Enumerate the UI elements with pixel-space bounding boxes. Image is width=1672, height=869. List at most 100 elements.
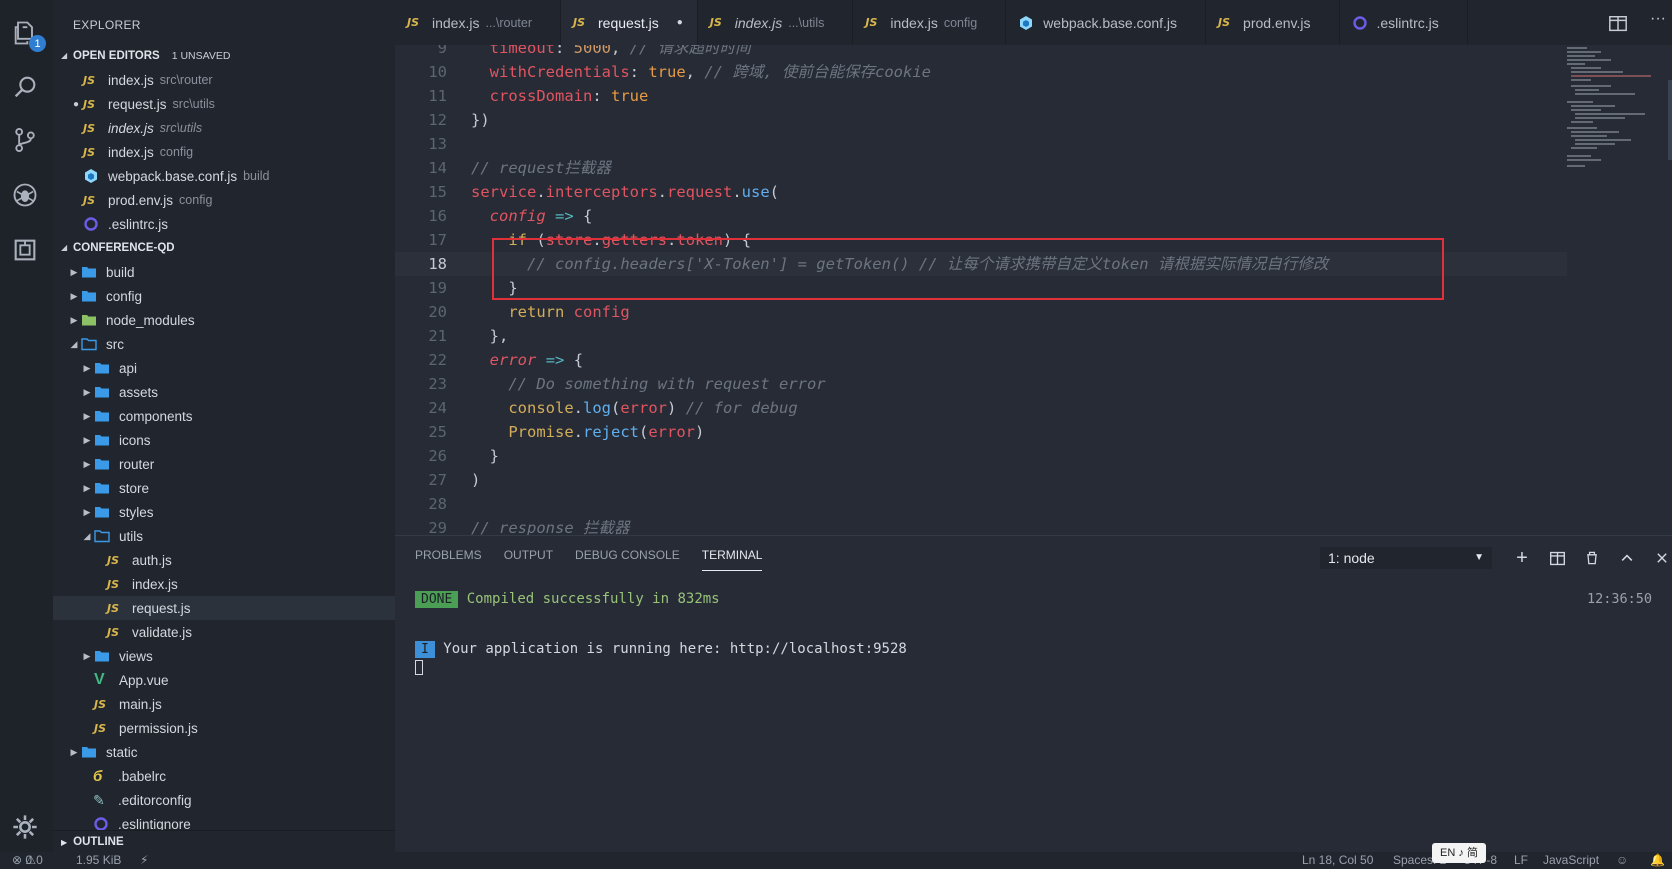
chevron-right-icon: ▶ [83, 386, 91, 397]
settings-gear-icon[interactable] [10, 812, 40, 842]
panel-tab-terminal[interactable]: TERMINAL [701, 548, 763, 571]
open-editor-item[interactable]: JS index.js src\router [53, 68, 395, 92]
chevron-right-icon: ▶ [83, 506, 91, 517]
lightning-icon[interactable]: ⚡ [140, 852, 148, 869]
more-actions-icon[interactable]: ··· [1650, 10, 1666, 28]
tree-item-request-js[interactable]: JS request.js [53, 596, 395, 620]
tree-item-src[interactable]: ◢ src [53, 332, 395, 356]
tree-item-config[interactable]: ▶ config [53, 284, 395, 308]
code-token: . [536, 183, 546, 201]
chevron-right-icon: ▶ [83, 458, 91, 469]
code-line: 14 // request拦截器 [395, 156, 1567, 180]
source-control-icon[interactable] [10, 125, 40, 155]
search-icon[interactable] [10, 72, 40, 102]
chevron-right-icon: ▶ [83, 410, 91, 421]
tree-item-styles[interactable]: ▶ styles [53, 500, 395, 524]
chevron-up-icon[interactable] [1616, 547, 1638, 569]
add-terminal-icon[interactable]: + [1511, 547, 1533, 569]
tree-item-components[interactable]: ▶ components [53, 404, 395, 428]
extensions-icon[interactable] [10, 235, 40, 265]
tree-item-auth-js[interactable]: JS auth.js [53, 548, 395, 572]
tree-item-icons[interactable]: ▶ icons [53, 428, 395, 452]
open-editor-path: src\utils [159, 121, 203, 135]
tree-item-validate-js[interactable]: JS validate.js [53, 620, 395, 644]
tree-item-store[interactable]: ▶ store [53, 476, 395, 500]
outline-header[interactable]: ▶ OUTLINE [53, 830, 395, 852]
open-editor-item[interactable]: ● JS request.js src\utils [53, 92, 395, 116]
tree-item-assets[interactable]: ▶ assets [53, 380, 395, 404]
chevron-right-icon: ▶ [70, 314, 78, 325]
tree-item-build[interactable]: ▶ build [53, 260, 395, 284]
trash-icon[interactable] [1581, 547, 1603, 569]
code-line: 26 } [395, 444, 1567, 468]
split-editor-icon[interactable] [1608, 14, 1630, 36]
panel-tab-debug-console[interactable]: DEBUG CONSOLE [575, 548, 680, 571]
language-mode[interactable]: JavaScript [1543, 852, 1599, 869]
tree-item-label: views [119, 648, 153, 664]
open-editor-item[interactable]: JS index.js config [53, 140, 395, 164]
feedback-smiley-icon[interactable]: ☺ [1616, 852, 1628, 869]
tab-webpack-base-conf-js[interactable]: webpack.base.conf.js [1006, 0, 1207, 45]
js-file-icon: JS [94, 721, 107, 735]
code-token: service [471, 183, 537, 201]
ime-indicator[interactable]: EN ♪ 简 [1432, 843, 1486, 863]
tab-index-js[interactable]: JS index.js ...\router [395, 0, 562, 45]
file-size: 1.95 KiB [76, 853, 122, 867]
tab-index-js[interactable]: JS index.js ...\utils [698, 0, 854, 45]
tab-label: index.js [734, 14, 783, 31]
split-terminal-icon[interactable] [1546, 547, 1568, 569]
tree-item-permission-js[interactable]: JS permission.js [53, 716, 395, 740]
files-icon[interactable]: 1 [10, 18, 46, 52]
tree-item-api[interactable]: ▶ api [53, 356, 395, 380]
tab-request-js[interactable]: JS request.js ● [561, 0, 698, 45]
tree-item-views[interactable]: ▶ views [53, 644, 395, 668]
line-number: 14 [428, 159, 447, 177]
tab-eslintrc-js[interactable]: .eslintrc.js [1340, 0, 1468, 45]
chevron-right-icon: ▶ [70, 266, 78, 277]
tree-item-node-modules[interactable]: ▶ node_modules [53, 308, 395, 332]
code-line: 10 withCredentials: true, // 跨域, 使前台能保存c… [395, 60, 1567, 84]
code-line: 11 crossDomain: true [395, 84, 1567, 108]
unsaved-dot-icon[interactable]: ● [677, 17, 683, 28]
code-token: 5000 [573, 45, 611, 57]
open-editor-name: .eslintrc.js [108, 216, 169, 232]
tree-item-babelrc[interactable]: б .babelrc [53, 764, 395, 788]
tree-item-editorconfig[interactable]: ✎ .editorconfig [53, 788, 395, 812]
notification-bell-icon[interactable]: 🔔 [1650, 852, 1665, 869]
tree-item-utils[interactable]: ◢ utils [53, 524, 395, 548]
open-editor-item[interactable]: webpack.base.conf.js build [53, 164, 395, 188]
unsaved-count: 1 UNSAVED [171, 50, 231, 62]
close-icon[interactable] [1651, 547, 1672, 569]
code-token: use [741, 183, 770, 201]
tab-index-js[interactable]: JS index.js config [853, 0, 1007, 45]
tree-item-index-js[interactable]: JS index.js [53, 572, 395, 596]
code-line: 22 error => { [395, 348, 1567, 372]
line-number: 29 [428, 519, 447, 535]
project-header[interactable]: ◢ CONFERENCE-QD [53, 236, 395, 260]
panel-tab-problems[interactable]: PROBLEMS [415, 548, 482, 571]
scrollbar-track[interactable] [1668, 80, 1672, 160]
code-token: // request拦截器 [471, 159, 611, 177]
explorer-title: EXPLORER [73, 18, 141, 32]
open-editors-header[interactable]: ◢ OPEN EDITORS 1 UNSAVED [53, 44, 395, 68]
open-editor-item[interactable]: JS index.js src\utils [53, 116, 395, 140]
tree-item-router[interactable]: ▶ router [53, 452, 395, 476]
panel-tab-output[interactable]: OUTPUT [504, 548, 553, 571]
tree-item-main-js[interactable]: JS main.js [53, 692, 395, 716]
end-of-line[interactable]: LF [1514, 852, 1528, 869]
terminal-cursor [415, 660, 423, 675]
minimap[interactable] [1565, 45, 1660, 185]
tab-prod-env-js[interactable]: JS prod.env.js [1206, 0, 1340, 45]
code-token: , [611, 45, 630, 57]
open-editor-item[interactable]: .eslintrc.js [53, 212, 395, 236]
debug-icon[interactable] [10, 180, 40, 210]
terminal-select[interactable]: 1: node ▼ [1320, 547, 1492, 569]
tree-item-static[interactable]: ▶ static [53, 740, 395, 764]
line-number: 25 [428, 423, 447, 441]
code-line: 27) [395, 468, 1567, 492]
tree-item-app-vue[interactable]: V App.vue [53, 668, 395, 692]
open-editor-item[interactable]: JS prod.env.js config [53, 188, 395, 212]
errors-indicator[interactable]: ⊗ 0 ⚠ 0 [12, 852, 43, 869]
cursor-position[interactable]: Ln 18, Col 50 [1302, 852, 1373, 869]
